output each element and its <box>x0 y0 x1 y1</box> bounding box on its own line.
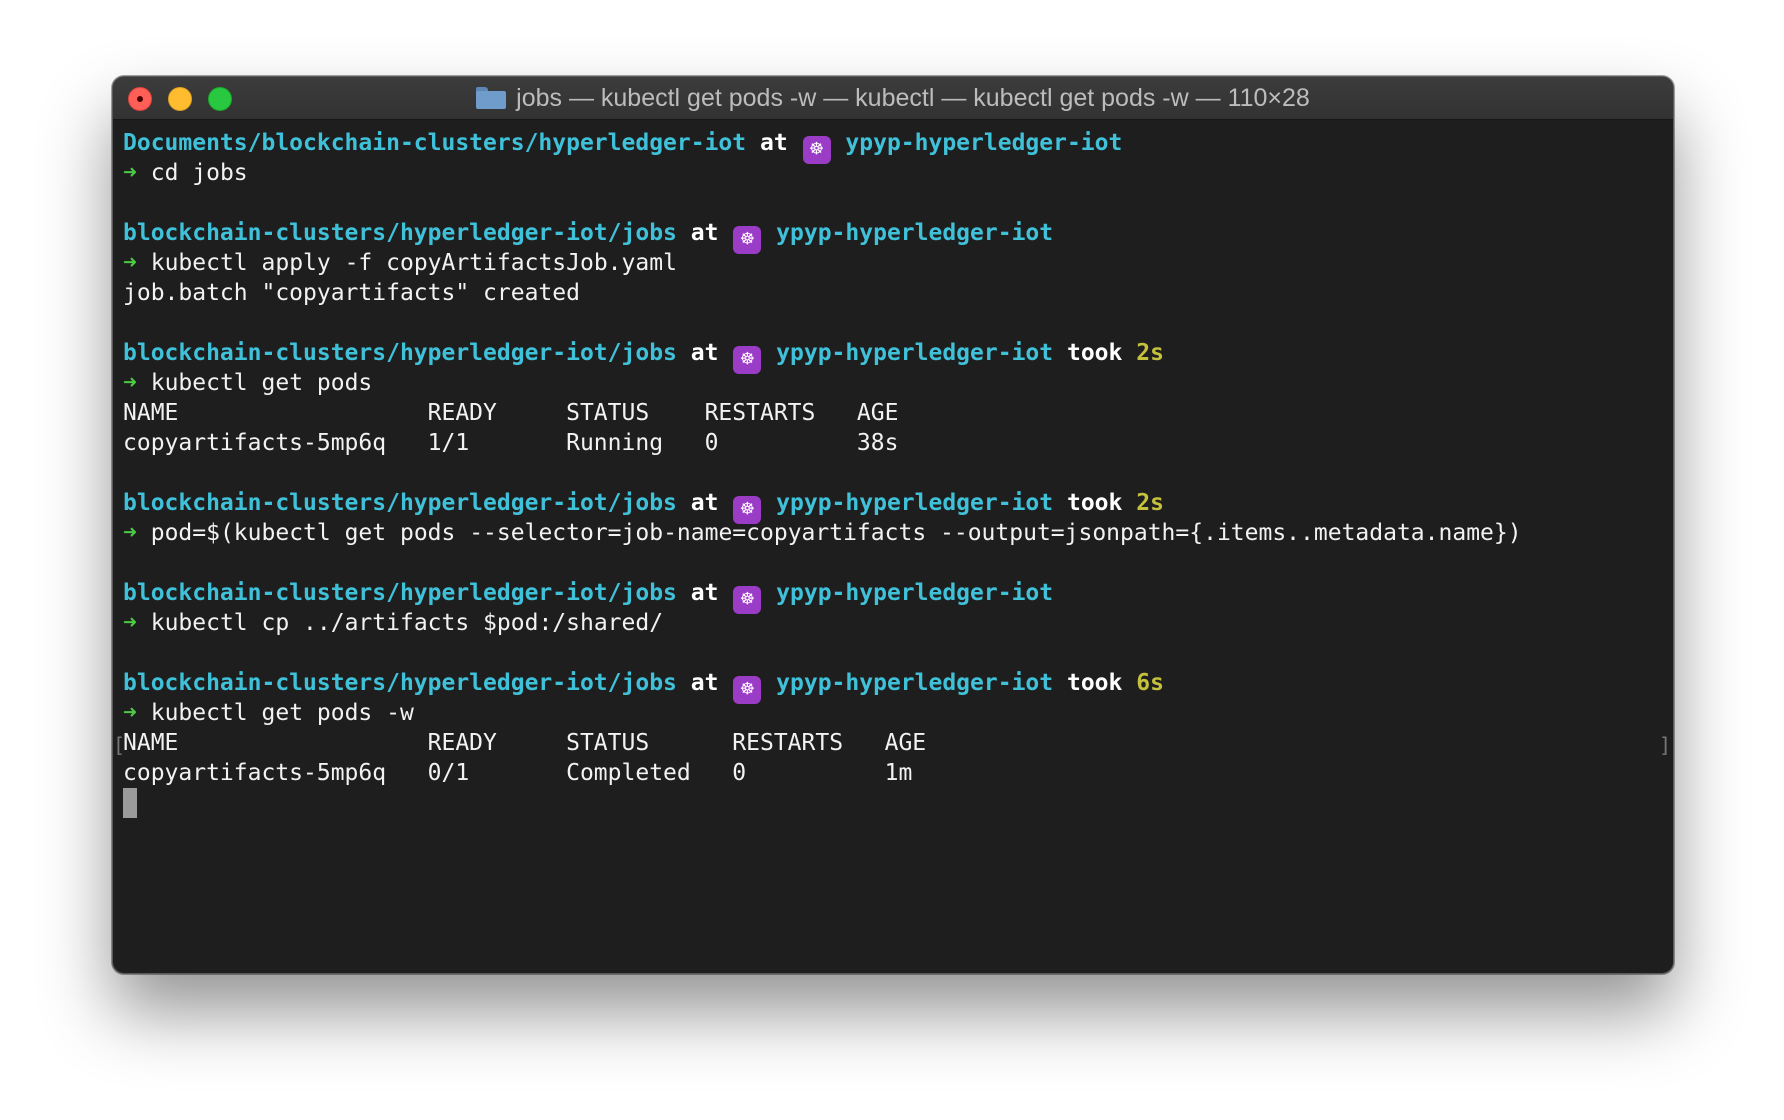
command-line: ➜ kubectl cp ../artifacts $pod:/shared/ <box>123 608 1522 638</box>
kube-context: ypyp-hyperledger-iot <box>776 340 1054 366</box>
command-duration: 2s <box>1136 490 1164 516</box>
kubernetes-helm-icon: ☸ <box>802 136 831 164</box>
folder-icon <box>476 87 507 109</box>
command-text: cd jobs <box>150 160 248 186</box>
cursor-line <box>123 788 1522 818</box>
prompt-path: blockchain-clusters/hyperledger-iot/jobs <box>123 220 677 246</box>
output-line: job.batch "copyartifacts" created <box>123 280 580 306</box>
prompt-arrow-icon: ➜ <box>123 610 137 636</box>
prompt-arrow-icon: ➜ <box>123 160 137 186</box>
output-line: copyartifacts-5mp6q 0/1 Completed 0 1m <box>123 760 913 786</box>
command-line: ➜ pod=$(kubectl get pods --selector=job-… <box>123 518 1522 548</box>
prompt-path: Documents/blockchain-clusters/hyperledge… <box>123 130 747 156</box>
kube-context: ypyp-hyperledger-iot <box>776 580 1054 606</box>
prompt-header: blockchain-clusters/hyperledger-iot/jobs… <box>123 488 1522 524</box>
command-text: kubectl get pods -w <box>150 700 414 726</box>
prompt-at: at <box>690 670 719 696</box>
prompt-arrow-icon: ➜ <box>123 700 137 726</box>
mark-bracket-right-icon: ] <box>1658 733 1671 757</box>
prompt-header: blockchain-clusters/hyperledger-iot/jobs… <box>123 218 1522 254</box>
prompt-header: blockchain-clusters/hyperledger-iot/jobs… <box>123 578 1522 614</box>
terminal-window[interactable]: jobs — kubectl get pods -w — kubectl — k… <box>112 76 1674 974</box>
prompt-at: at <box>690 220 719 246</box>
terminal-output[interactable]: Documents/blockchain-clusters/hyperledge… <box>123 128 1522 818</box>
prompt-header: blockchain-clusters/hyperledger-iot/jobs… <box>123 668 1522 704</box>
command-duration: 2s <box>1136 340 1164 366</box>
prompt-path: blockchain-clusters/hyperledger-iot/jobs <box>123 670 677 696</box>
command-text: kubectl get pods <box>150 370 373 396</box>
kubernetes-helm-icon: ☸ <box>733 586 762 614</box>
output-line: NAME READY STATUS RESTARTS AGE <box>123 400 899 426</box>
prompt-path: blockchain-clusters/hyperledger-iot/jobs <box>123 490 677 516</box>
prompt-at: at <box>759 130 788 156</box>
prompt-took: took <box>1066 670 1123 696</box>
command-duration: 6s <box>1136 670 1164 696</box>
kube-context: ypyp-hyperledger-iot <box>845 130 1123 156</box>
prompt-path: blockchain-clusters/hyperledger-iot/jobs <box>123 580 677 606</box>
kube-context: ypyp-hyperledger-iot <box>776 670 1054 696</box>
prompt-arrow-icon: ➜ <box>123 250 137 276</box>
command-text: kubectl apply -f copyArtifactsJob.yaml <box>150 250 677 276</box>
text-cursor <box>123 788 137 818</box>
window-title-group: jobs — kubectl get pods -w — kubectl — k… <box>113 77 1673 119</box>
output-line: copyartifacts-5mp6q 1/1 Running 0 38s <box>123 430 899 456</box>
title-bar[interactable]: jobs — kubectl get pods -w — kubectl — k… <box>113 77 1673 120</box>
kubernetes-helm-icon: ☸ <box>733 226 762 254</box>
prompt-at: at <box>690 580 719 606</box>
prompt-header: blockchain-clusters/hyperledger-iot/jobs… <box>123 338 1522 374</box>
prompt-path: blockchain-clusters/hyperledger-iot/jobs <box>123 340 677 366</box>
kube-context: ypyp-hyperledger-iot <box>776 490 1054 516</box>
prompt-took: took <box>1066 340 1123 366</box>
command-text: kubectl cp ../artifacts $pod:/shared/ <box>150 610 664 636</box>
kube-context: ypyp-hyperledger-iot <box>776 220 1054 246</box>
window-title: jobs — kubectl get pods -w — kubectl — k… <box>516 83 1310 112</box>
output-line: NAME READY STATUS RESTARTS AGE <box>123 730 927 756</box>
command-text: pod=$(kubectl get pods --selector=job-na… <box>150 520 1522 546</box>
command-line: ➜ kubectl get pods <box>123 368 1522 398</box>
prompt-at: at <box>690 490 719 516</box>
kubernetes-helm-icon: ☸ <box>733 676 762 704</box>
kubernetes-helm-icon: ☸ <box>733 346 762 374</box>
command-line: ➜ kubectl get pods -w <box>123 698 1522 728</box>
command-line: ➜ kubectl apply -f copyArtifactsJob.yaml <box>123 248 1522 278</box>
prompt-took: took <box>1066 490 1123 516</box>
prompt-arrow-icon: ➜ <box>123 370 137 396</box>
prompt-header: Documents/blockchain-clusters/hyperledge… <box>123 128 1522 164</box>
prompt-at: at <box>690 340 719 366</box>
prompt-arrow-icon: ➜ <box>123 520 137 546</box>
